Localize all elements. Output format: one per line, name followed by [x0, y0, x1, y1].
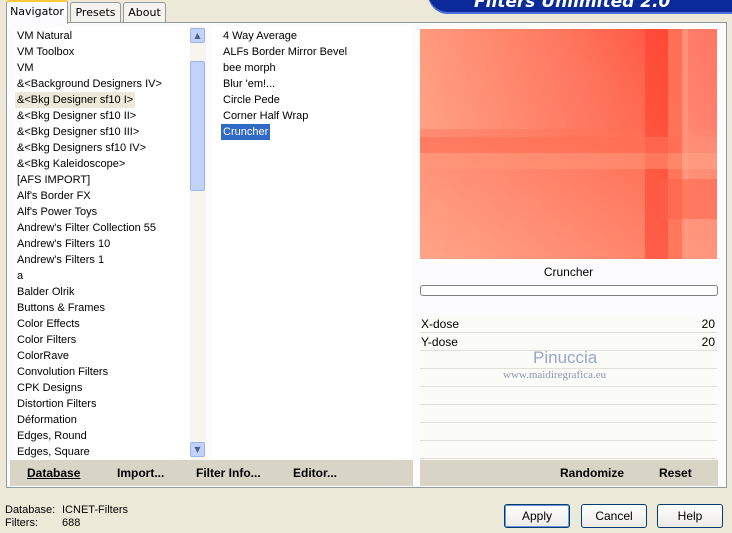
category-item[interactable]: &<Bkg Designers sf10 IV>: [15, 140, 148, 156]
category-item[interactable]: a: [15, 268, 25, 284]
database-button[interactable]: Database: [27, 466, 80, 480]
category-item[interactable]: Balder Olrik: [15, 284, 76, 300]
param-row-empty: [420, 388, 717, 405]
cancel-button[interactable]: Cancel: [581, 504, 647, 528]
category-item[interactable]: Alf's Power Toys: [15, 204, 99, 220]
watermark-name: Pinuccia: [533, 348, 598, 367]
param-row-empty: [420, 424, 717, 441]
param-value: 20: [701, 317, 715, 331]
progress-bar: [420, 285, 718, 296]
category-item[interactable]: &<Bkg Kaleidoscope>: [15, 156, 127, 172]
tab-about[interactable]: About: [123, 2, 166, 23]
app-banner: Filters Unlimited 2.0: [428, 0, 732, 14]
randomize-button[interactable]: Randomize: [560, 466, 624, 480]
filters-label: Filters:: [5, 517, 38, 529]
preview-graphic: [420, 29, 717, 259]
filter-item[interactable]: ALFs Border Mirror Bevel: [221, 44, 349, 60]
apply-button[interactable]: Apply: [504, 504, 570, 528]
filter-list[interactable]: 4 Way Average ALFs Border Mirror Bevel bee…: [212, 27, 412, 459]
category-item[interactable]: &<Bkg Designer sf10 I>: [15, 92, 136, 108]
reset-button[interactable]: Reset: [659, 466, 692, 480]
category-item[interactable]: Convolution Filters: [15, 364, 110, 380]
category-item[interactable]: VM Toolbox: [15, 44, 76, 60]
filter-item[interactable]: Corner Half Wrap: [221, 108, 310, 124]
category-item[interactable]: VM: [15, 60, 36, 76]
database-label: Database:: [5, 504, 56, 516]
category-list[interactable]: VM Natural VM Toolbox VM &<Background Desig…: [14, 27, 190, 459]
category-item[interactable]: Edges, Round: [15, 428, 89, 444]
category-item[interactable]: Color Filters: [15, 332, 78, 348]
category-item[interactable]: ColorRave: [15, 348, 71, 364]
category-item[interactable]: Andrew's Filter Collection 55: [15, 220, 158, 236]
category-item[interactable]: Edges, Square: [15, 444, 92, 459]
param-value: 20: [701, 335, 715, 349]
category-item[interactable]: Color Effects: [15, 316, 82, 332]
param-row[interactable]: X-dose 20: [420, 316, 717, 333]
tab-navigator[interactable]: Navigator: [6, 0, 68, 24]
category-item[interactable]: Déformation: [15, 412, 79, 428]
scroll-down-button[interactable]: ▼: [190, 442, 205, 457]
scroll-up-button[interactable]: ▲: [190, 28, 205, 43]
filter-item[interactable]: bee morph: [221, 60, 278, 76]
help-button[interactable]: Help: [657, 504, 723, 528]
preview-filter-name: Cruncher: [543, 265, 594, 279]
preview-image: [420, 29, 717, 259]
param-row-empty: [420, 406, 717, 423]
watermark-url: www.maidiregrafica.eu: [503, 369, 607, 381]
filter-info-button[interactable]: Filter Info...: [196, 466, 261, 480]
category-item[interactable]: VM Natural: [15, 28, 74, 44]
tab-presets[interactable]: Presets: [70, 2, 121, 23]
filter-item[interactable]: Blur 'em!...: [221, 76, 277, 92]
category-item[interactable]: Buttons & Frames: [15, 300, 107, 316]
category-item[interactable]: Andrew's Filters 10: [15, 236, 112, 252]
category-item[interactable]: [AFS IMPORT]: [15, 172, 92, 188]
filter-item[interactable]: Cruncher: [221, 124, 271, 140]
filter-item[interactable]: 4 Way Average: [221, 28, 299, 44]
param-name: X-dose: [421, 317, 460, 331]
category-item[interactable]: &<Bkg Designer sf10 II>: [15, 108, 138, 124]
category-item[interactable]: Andrew's Filters 1: [15, 252, 106, 268]
filters-value: 688: [62, 517, 81, 529]
param-row-empty: [420, 442, 717, 459]
filter-item[interactable]: Circle Pede: [221, 92, 282, 108]
category-item[interactable]: Distortion Filters: [15, 396, 98, 412]
category-item[interactable]: CPK Designs: [15, 380, 84, 396]
category-item[interactable]: &<Bkg Designer sf10 III>: [15, 124, 141, 140]
scroll-thumb[interactable]: [190, 61, 205, 191]
database-value: ICNET-Filters: [62, 504, 128, 516]
param-name: Y-dose: [421, 335, 458, 349]
import-button[interactable]: Import...: [117, 466, 164, 480]
category-scrollbar[interactable]: ▲ ▼: [190, 27, 206, 459]
editor-button[interactable]: Editor...: [293, 466, 337, 480]
category-item[interactable]: &<Background Designers IV>: [15, 76, 164, 92]
category-item[interactable]: Alf's Border FX: [15, 188, 93, 204]
